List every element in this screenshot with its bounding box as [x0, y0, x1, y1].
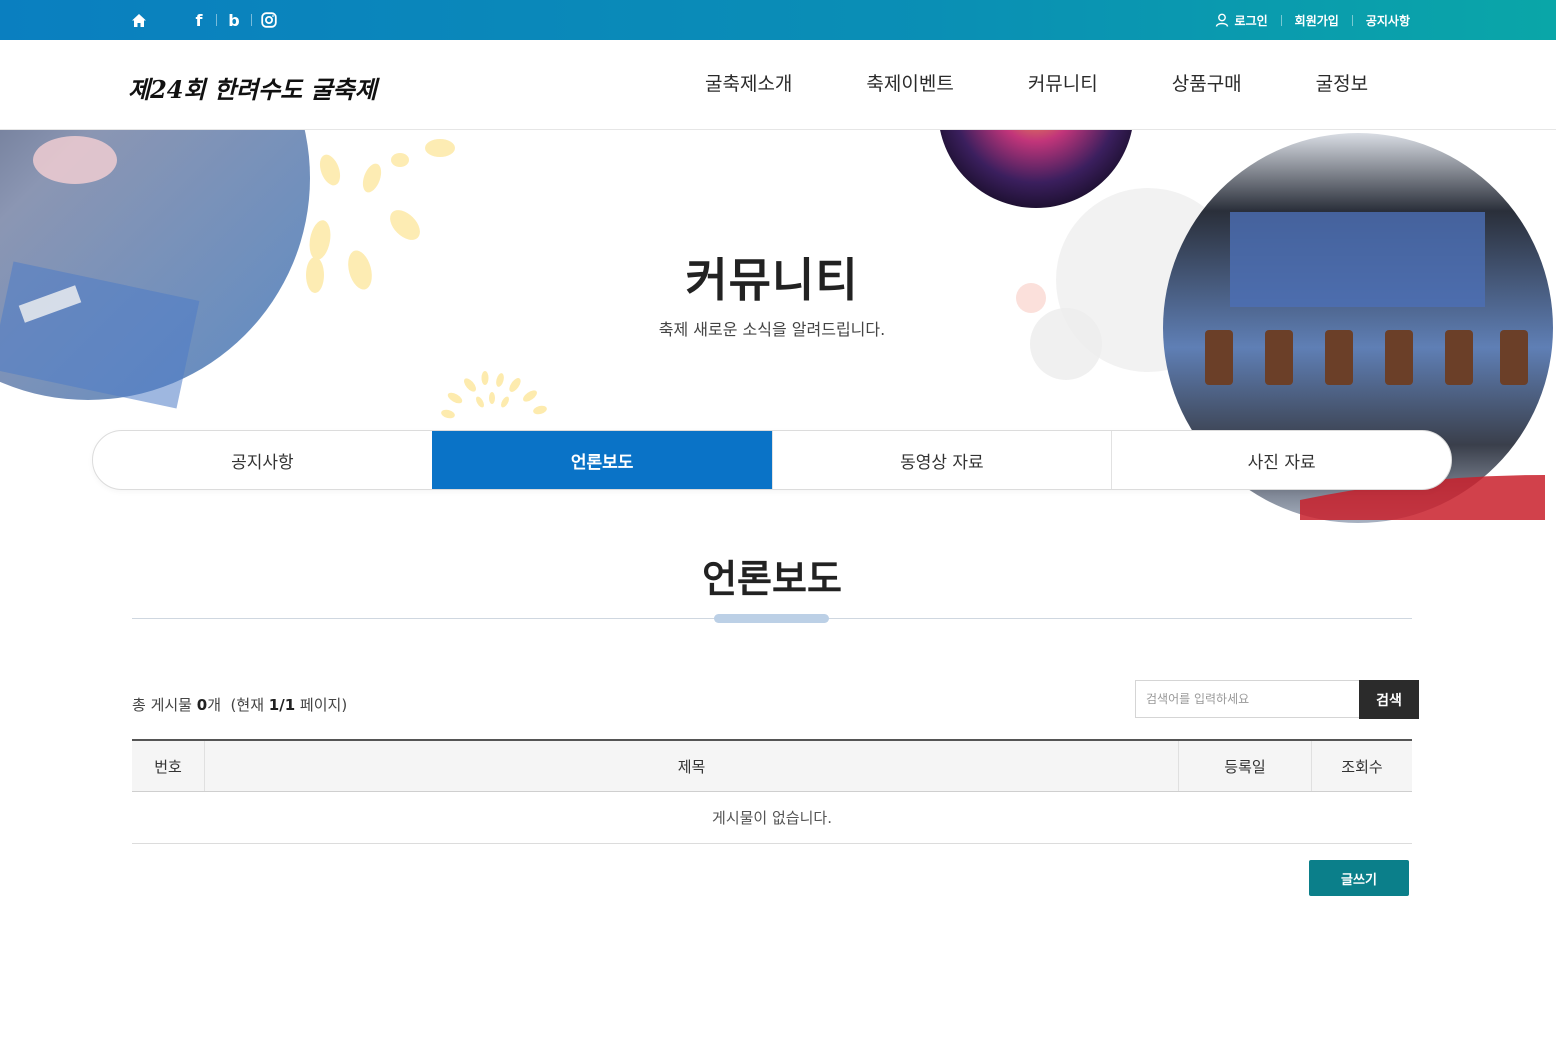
post-count: 총 게시물 0개 (현재 1/1 페이지)	[132, 694, 347, 715]
search-button[interactable]: 검색	[1359, 680, 1419, 719]
tab-press[interactable]: 언론보도	[431, 431, 772, 489]
nav-item-shop[interactable]: 상품구매	[1135, 40, 1279, 129]
login-label: 로그인	[1234, 13, 1268, 28]
util-separator	[1280, 14, 1282, 26]
blog-icon[interactable]: b	[225, 11, 243, 30]
login-link[interactable]: 로그인	[1215, 12, 1268, 29]
count-unit: 개	[207, 696, 221, 714]
notice-link[interactable]: 공지사항	[1366, 12, 1410, 29]
hero-title: 커뮤니티	[685, 253, 859, 307]
hero-subtitle: 축제 새로운 소식을 알려드립니다.	[658, 320, 886, 339]
instagram-icon[interactable]	[260, 11, 278, 29]
tab-video[interactable]: 동영상 자료	[771, 431, 1112, 489]
join-link[interactable]: 회원가입	[1295, 12, 1339, 29]
nav-item-community[interactable]: 커뮤니티	[991, 40, 1135, 129]
search-form: 검색	[1135, 680, 1419, 719]
festival-logo[interactable]: 제24회 한려수도 굴축제	[128, 58, 418, 114]
count-value: 0	[196, 696, 208, 714]
table-header-row: 번호 제목 등록일 조회수	[132, 740, 1412, 792]
nav-item-oyster-info[interactable]: 굴정보	[1279, 40, 1405, 129]
column-views: 조회수	[1311, 740, 1412, 792]
empty-message: 게시물이 없습니다.	[132, 791, 1412, 844]
community-tabs: 공지사항 언론보도 동영상 자료 사진 자료	[92, 430, 1452, 490]
page-info: 1/1	[268, 696, 296, 714]
column-date: 등록일	[1178, 740, 1312, 792]
column-number: 번호	[132, 740, 205, 792]
nav-item-events[interactable]: 축제이벤트	[829, 40, 990, 129]
home-icon[interactable]	[128, 9, 150, 31]
tab-photo[interactable]: 사진 자료	[1111, 431, 1451, 489]
write-button[interactable]: 글쓰기	[1309, 860, 1409, 896]
facebook-icon[interactable]: f	[190, 11, 208, 30]
search-input[interactable]	[1135, 680, 1359, 718]
utility-links: 로그인 회원가입 공지사항	[1215, 0, 1410, 40]
press-board-table: 번호 제목 등록일 조회수 게시물이 없습니다.	[132, 739, 1412, 844]
social-separator	[216, 14, 217, 26]
column-title: 제목	[204, 740, 1179, 792]
social-separator	[251, 14, 252, 26]
user-icon	[1215, 13, 1229, 27]
social-links: f b	[128, 0, 278, 40]
table-row: 게시물이 없습니다.	[132, 791, 1412, 844]
count-prefix: 총 게시물	[132, 696, 192, 714]
util-separator	[1351, 14, 1353, 26]
site-header: 제24회 한려수도 굴축제 굴축제소개 축제이벤트 커뮤니티 상품구매 굴정보	[0, 40, 1556, 130]
page-info-suffix: 페이지)	[299, 696, 348, 714]
tab-notice[interactable]: 공지사항	[93, 431, 432, 489]
section-title: 언론보도	[702, 557, 842, 601]
svg-text:제24회 한려수도 굴축제: 제24회 한려수도 굴축제	[128, 75, 381, 104]
top-utility-bar: f b 로그인 회원가입 공지사항	[0, 0, 1556, 40]
main-nav: 굴축제소개 축제이벤트 커뮤니티 상품구매 굴정보	[668, 40, 1405, 129]
nav-item-intro[interactable]: 굴축제소개	[668, 40, 829, 129]
section-title-underline	[714, 614, 829, 623]
page-info-prefix: (현재	[230, 696, 264, 714]
